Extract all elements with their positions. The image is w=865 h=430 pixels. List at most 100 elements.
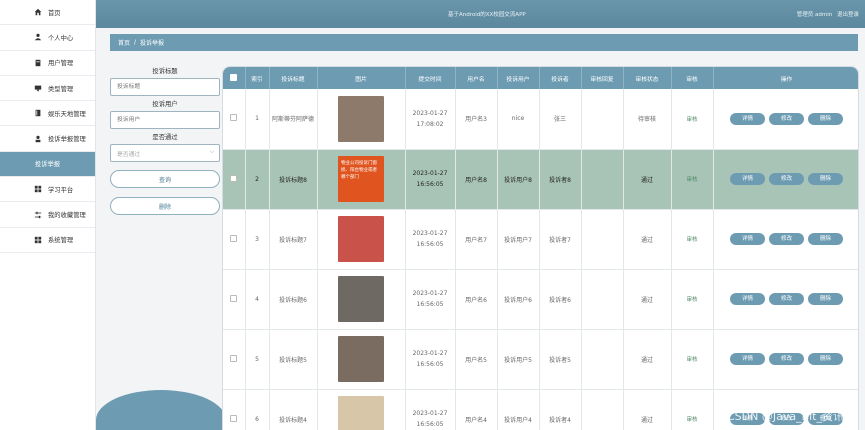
edit-button[interactable]: 修改 <box>769 112 804 125</box>
row-audit-cell: 审核 <box>671 149 714 210</box>
row-audit-status: 通过 <box>623 389 672 430</box>
audit-link[interactable]: 审核 <box>686 117 697 123</box>
sidebar-item-label: 类型管理 <box>48 85 74 93</box>
row-checkbox[interactable] <box>230 414 238 422</box>
edit-button[interactable]: 修改 <box>769 233 804 245</box>
row-checkbox-cell[interactable] <box>223 389 246 430</box>
row-title: 投诉标题5 <box>269 329 318 390</box>
row-complainant: 投诉者5 <box>539 329 582 390</box>
row-title: 投诉标题8 <box>269 149 318 210</box>
delete-button[interactable]: 删除 <box>808 353 843 365</box>
sidebar-item-5[interactable]: 投诉举报管理 <box>0 126 95 152</box>
select-all-header[interactable] <box>223 67 246 89</box>
detail-button[interactable]: 详情 <box>730 353 765 365</box>
row-actions: 详情 修改 删除 <box>713 269 858 330</box>
row-checkbox-cell[interactable] <box>223 209 246 270</box>
user-label: 管理员 admin <box>796 12 833 18</box>
submit-date: 2023-01-27 <box>412 290 448 297</box>
submit-clock: 17:08:02 <box>416 120 444 128</box>
row-title: 投诉标题6 <box>269 269 318 330</box>
table-row[interactable]: 3 投诉标题7 2023-01-27 16:56:05 用户名7 投诉用户7 投诉者7 通过 审… <box>223 209 858 270</box>
submit-clock: 16:56:05 <box>416 421 444 428</box>
user-search-input[interactable] <box>110 111 220 129</box>
row-checkbox[interactable] <box>230 174 238 182</box>
watermark: CSDN @Java_Bit_资讯狮 <box>726 410 855 423</box>
column-header: 索引 <box>245 67 270 89</box>
sidebar-item-1[interactable]: 个人中心 <box>0 25 95 51</box>
detail-button[interactable]: 详情 <box>730 233 765 245</box>
audit-link[interactable]: 审核 <box>686 177 697 183</box>
breadcrumb-separator: / <box>134 39 137 46</box>
sidebar-item-7[interactable]: 学习平台 <box>0 177 95 203</box>
sidebar-item-6[interactable]: 投诉举报 <box>0 151 95 178</box>
row-checkbox[interactable] <box>230 354 238 362</box>
sidebar-item-4[interactable]: 娱乐天地管理 <box>0 101 95 127</box>
sidebar-item-9[interactable]: 系统管理 <box>0 228 95 253</box>
row-username: 用户名7 <box>455 209 498 270</box>
row-checkbox[interactable] <box>230 114 238 122</box>
row-checkbox[interactable] <box>230 234 238 242</box>
row-checkbox-cell[interactable] <box>223 329 246 390</box>
sidebar-item-label: 投诉举报 <box>34 161 61 169</box>
batch-delete-button[interactable]: 删除 <box>110 197 220 215</box>
complaint-image[interactable]: 物业公司投诉门窗损、阳台物业或者哪个部门 <box>338 156 384 202</box>
breadcrumb-current: 投诉举报 <box>140 40 165 47</box>
complaint-image[interactable] <box>338 336 384 382</box>
complaint-image[interactable] <box>338 396 384 430</box>
app-title: 基于Android的XX校园交流APP <box>448 12 526 18</box>
table-row[interactable]: 1 阿斯蒂芬阿萨德 2023-01-27 17:08:02 用户名3 nice 张三 待审核 审… <box>223 89 858 150</box>
row-image-cell <box>317 389 406 430</box>
select-all-checkbox[interactable] <box>230 73 238 81</box>
table-row[interactable]: 5 投诉标题5 2023-01-27 16:56:05 用户名5 投诉用户5 投诉者5 通过 审… <box>223 329 858 390</box>
row-checkbox-cell[interactable] <box>223 149 246 210</box>
chevron-down-icon: ⌵ <box>209 148 214 155</box>
title-search-input[interactable] <box>110 78 220 96</box>
row-audit-reply <box>581 149 624 210</box>
row-audit-status: 待审核 <box>623 89 672 150</box>
delete-button[interactable]: 删除 <box>808 233 843 245</box>
row-audit-reply <box>581 389 624 430</box>
user-info: 管理员 admin 退出登录 <box>794 10 859 18</box>
complaint-image[interactable] <box>338 95 384 142</box>
breadcrumb-home[interactable]: 首页 <box>118 38 130 47</box>
delete-button[interactable]: 删除 <box>808 293 843 305</box>
audit-link[interactable]: 审核 <box>686 417 697 423</box>
detail-button[interactable]: 详情 <box>730 112 765 125</box>
row-checkbox-cell[interactable] <box>223 269 246 330</box>
row-checkbox[interactable] <box>230 294 238 302</box>
row-checkbox-cell[interactable] <box>223 89 246 150</box>
row-submit-time: 2023-01-27 16:56:05 <box>405 269 456 330</box>
sidebar-item-label: 学习平台 <box>48 186 74 194</box>
sidebar-item-3[interactable]: 类型管理 <box>0 76 95 102</box>
row-audit-reply <box>581 269 624 330</box>
edit-button[interactable]: 修改 <box>769 293 804 305</box>
sidebar-item-8[interactable]: 我的收藏管理 <box>0 202 95 228</box>
row-image-cell <box>317 269 406 330</box>
logout-link[interactable]: 退出登录 <box>837 12 859 18</box>
edit-button[interactable]: 修改 <box>769 353 804 365</box>
edit-button[interactable]: 修改 <box>769 173 804 185</box>
detail-button[interactable]: 详情 <box>730 173 765 185</box>
audit-link[interactable]: 审核 <box>686 297 697 303</box>
row-audit-cell: 审核 <box>671 209 714 270</box>
complaint-image[interactable] <box>338 276 384 322</box>
table-row[interactable]: 4 投诉标题6 2023-01-27 16:56:05 用户名6 投诉用户6 投诉者6 通过 审… <box>223 269 858 330</box>
pass-select[interactable]: 是否通过 <box>110 144 220 162</box>
audit-link[interactable]: 审核 <box>686 237 697 243</box>
row-submit-time: 2023-01-27 16:56:05 <box>405 149 456 210</box>
row-title: 投诉标题4 <box>269 389 318 430</box>
grid-icon <box>34 185 42 193</box>
submit-clock: 16:56:05 <box>416 241 444 248</box>
sidebar-item-2[interactable]: 用户管理 <box>0 51 95 76</box>
sidebar-item-0[interactable]: 首页 <box>0 0 95 26</box>
row-submit-time: 2023-01-27 16:56:05 <box>405 209 456 270</box>
detail-button[interactable]: 详情 <box>730 293 765 305</box>
audit-link[interactable]: 审核 <box>686 357 697 363</box>
row-complaint-user: 投诉用户8 <box>497 149 540 210</box>
query-button[interactable]: 查询 <box>110 170 220 188</box>
delete-button[interactable]: 删除 <box>808 112 843 125</box>
delete-button[interactable]: 删除 <box>808 173 843 185</box>
complaint-image[interactable] <box>338 216 384 262</box>
submit-date: 2023-01-27 <box>412 350 448 357</box>
table-row[interactable]: 2 投诉标题8 物业公司投诉门窗损、阳台物业或者哪个部门 2023-01-27 16:5… <box>223 149 858 210</box>
